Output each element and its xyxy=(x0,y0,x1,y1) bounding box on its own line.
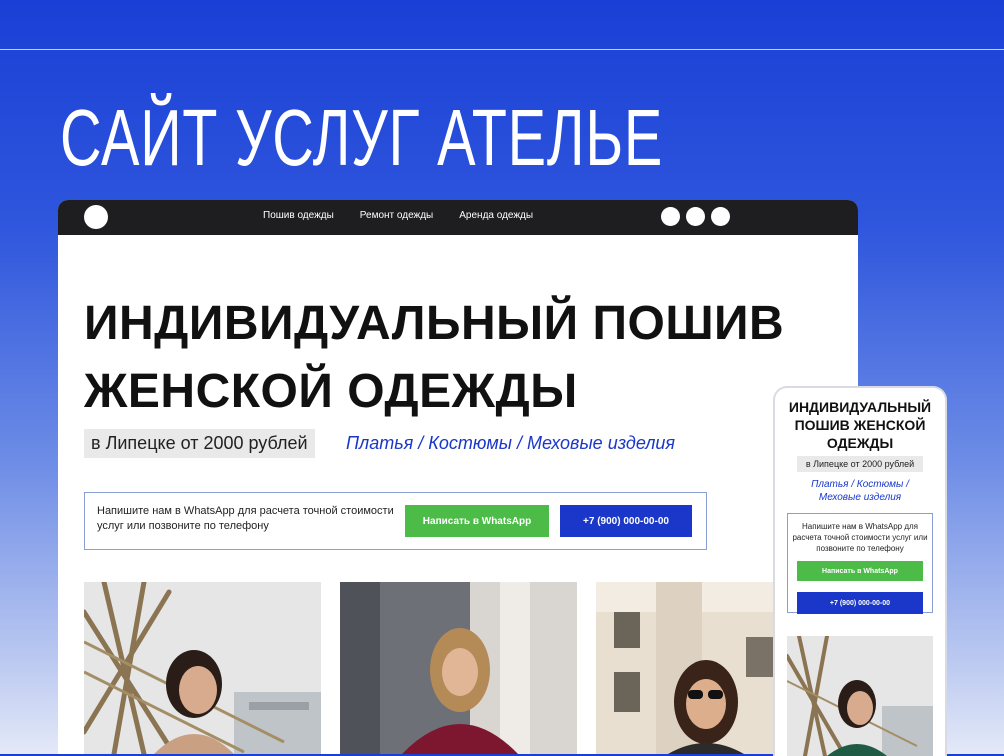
social-icon-1[interactable] xyxy=(661,207,680,226)
logo-icon[interactable] xyxy=(84,205,108,229)
mobile-whatsapp-button[interactable]: Написать в WhatsApp xyxy=(797,561,923,581)
mobile-contact-text: Напишите нам в WhatsApp для расчета точн… xyxy=(792,522,928,553)
mobile-categories-line-1: Платья / Костюмы / xyxy=(811,479,909,490)
contact-text: Напишите нам в WhatsApp для расчета точн… xyxy=(97,505,394,532)
social-icon-3[interactable] xyxy=(711,207,730,226)
social-icon-2[interactable] xyxy=(686,207,705,226)
mobile-category-links[interactable]: Платья / Костюмы / Меховые изделия xyxy=(785,478,935,504)
mobile-phone-button[interactable]: +7 (900) 000-00-00 xyxy=(797,592,923,614)
slide-heading: САЙТ УСЛУГ АТЕЛЬЕ xyxy=(60,93,663,182)
nav-item-rental[interactable]: Аренда одежды xyxy=(459,210,533,221)
price-badge: в Липецке от 2000 рублей xyxy=(84,429,315,458)
hero-title-line-2: ЖЕНСКОЙ ОДЕЖДЫ xyxy=(84,365,578,418)
mobile-categories-line-2: Меховые изделия xyxy=(818,492,902,503)
mobile-mockup: ИНДИВИДУАЛЬНЫЙ ПОШИВ ЖЕНСКОЙ ОДЕЖДЫ в Ли… xyxy=(773,386,947,756)
mobile-gallery-photo[interactable] xyxy=(787,636,933,756)
top-divider xyxy=(0,0,1004,50)
hero-title: ИНДИВИДУАЛЬНЫЙ ПОШИВ ЖЕНСКОЙ ОДЕЖДЫ xyxy=(84,290,784,426)
desktop-mockup: Пошив одежды Ремонт одежды Аренда одежды… xyxy=(58,200,858,754)
hero-title-line-1: ИНДИВИДУАЛЬНЫЙ ПОШИВ xyxy=(84,297,785,350)
nav-item-tailoring[interactable]: Пошив одежды xyxy=(263,210,334,221)
category-links[interactable]: Платья / Костюмы / Меховые изделия xyxy=(346,433,675,454)
whatsapp-button[interactable]: Написать в WhatsApp xyxy=(405,505,549,537)
phone-button[interactable]: +7 (900) 000-00-00 xyxy=(560,505,692,537)
contact-box: Напишите нам в WhatsApp для расчета точн… xyxy=(84,492,707,550)
nav-item-repair[interactable]: Ремонт одежды xyxy=(360,210,433,221)
mobile-contact-box: Напишите нам в WhatsApp для расчета точн… xyxy=(787,513,933,614)
main-nav: Пошив одежды Ремонт одежды Аренда одежды xyxy=(263,210,533,221)
mobile-hero-title: ИНДИВИДУАЛЬНЫЙ ПОШИВ ЖЕНСКОЙ ОДЕЖДЫ xyxy=(788,399,932,451)
gallery-photo-2[interactable] xyxy=(340,582,577,754)
mobile-price-badge: в Липецке от 2000 рублей xyxy=(797,456,923,472)
gallery-photo-1[interactable] xyxy=(84,582,321,754)
site-header: Пошив одежды Ремонт одежды Аренда одежды xyxy=(58,200,858,235)
